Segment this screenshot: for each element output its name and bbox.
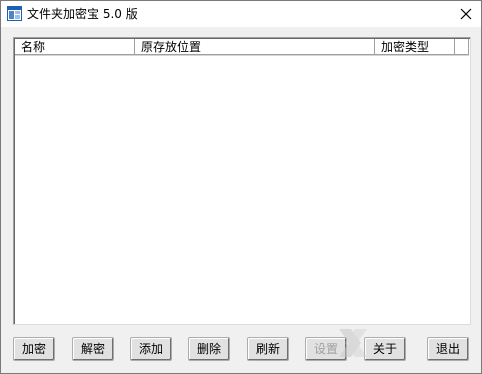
column-header-name[interactable]: 名称 <box>15 39 135 55</box>
title-bar[interactable]: 文件夹加密宝 5.0 版 <box>1 1 481 27</box>
app-window: 文件夹加密宝 5.0 版 名称 原存放位置 加密类型 加密 解密 添加 删除 刷… <box>0 0 482 374</box>
window-title: 文件夹加密宝 5.0 版 <box>27 7 138 21</box>
decrypt-button[interactable]: 解密 <box>72 337 114 361</box>
list-header: 名称 原存放位置 加密类型 <box>15 39 469 56</box>
column-header-empty <box>455 39 469 55</box>
button-bar: 加密 解密 添加 删除 刷新 设置 关于 退出 <box>1 337 481 363</box>
app-window-icon <box>7 6 22 21</box>
close-icon <box>460 8 472 20</box>
folder-list[interactable]: 名称 原存放位置 加密类型 <box>13 37 471 325</box>
add-button[interactable]: 添加 <box>130 337 172 361</box>
list-body[interactable] <box>15 56 469 322</box>
encrypt-button[interactable]: 加密 <box>13 337 55 361</box>
about-button[interactable]: 关于 <box>364 337 406 361</box>
refresh-button[interactable]: 刷新 <box>247 337 289 361</box>
column-header-encrypt-type[interactable]: 加密类型 <box>375 39 455 55</box>
exit-button[interactable]: 退出 <box>427 337 469 361</box>
settings-button[interactable]: 设置 <box>305 337 347 361</box>
close-button[interactable] <box>451 1 481 27</box>
delete-button[interactable]: 删除 <box>188 337 230 361</box>
column-header-location[interactable]: 原存放位置 <box>135 39 375 55</box>
